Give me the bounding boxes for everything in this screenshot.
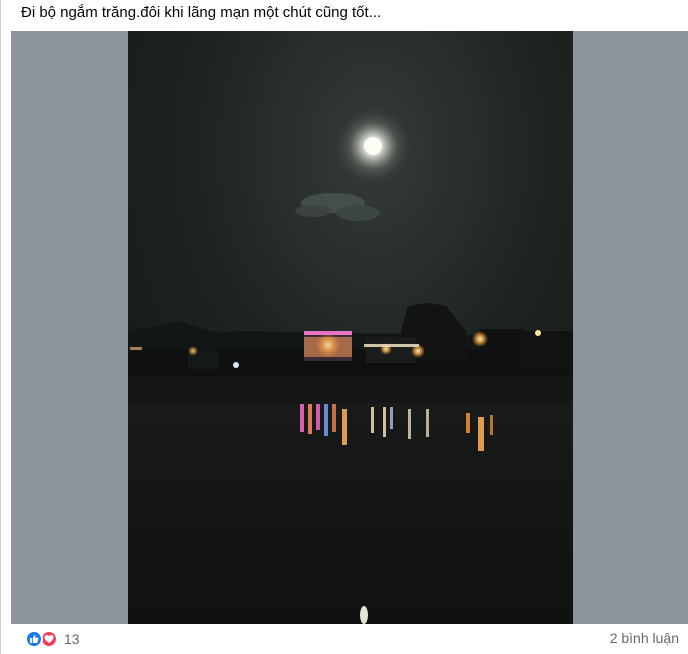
post-footer: 13 2 bình luận	[11, 624, 688, 654]
post-photo[interactable]	[128, 31, 573, 624]
like-icon	[25, 630, 43, 648]
comment-count-link[interactable]: 2 bình luận	[610, 630, 679, 646]
media-viewer[interactable]	[11, 31, 688, 624]
post-card: Đi bộ ngắm trăng.đôi khi lãng mạn một ch…	[0, 0, 688, 654]
river	[128, 377, 573, 624]
post-caption: Đi bộ ngắm trăng.đôi khi lãng mạn một ch…	[1, 0, 688, 31]
moon	[333, 106, 413, 186]
reaction-count[interactable]: 13	[64, 631, 80, 647]
reactions-summary[interactable]: 13	[25, 630, 80, 648]
